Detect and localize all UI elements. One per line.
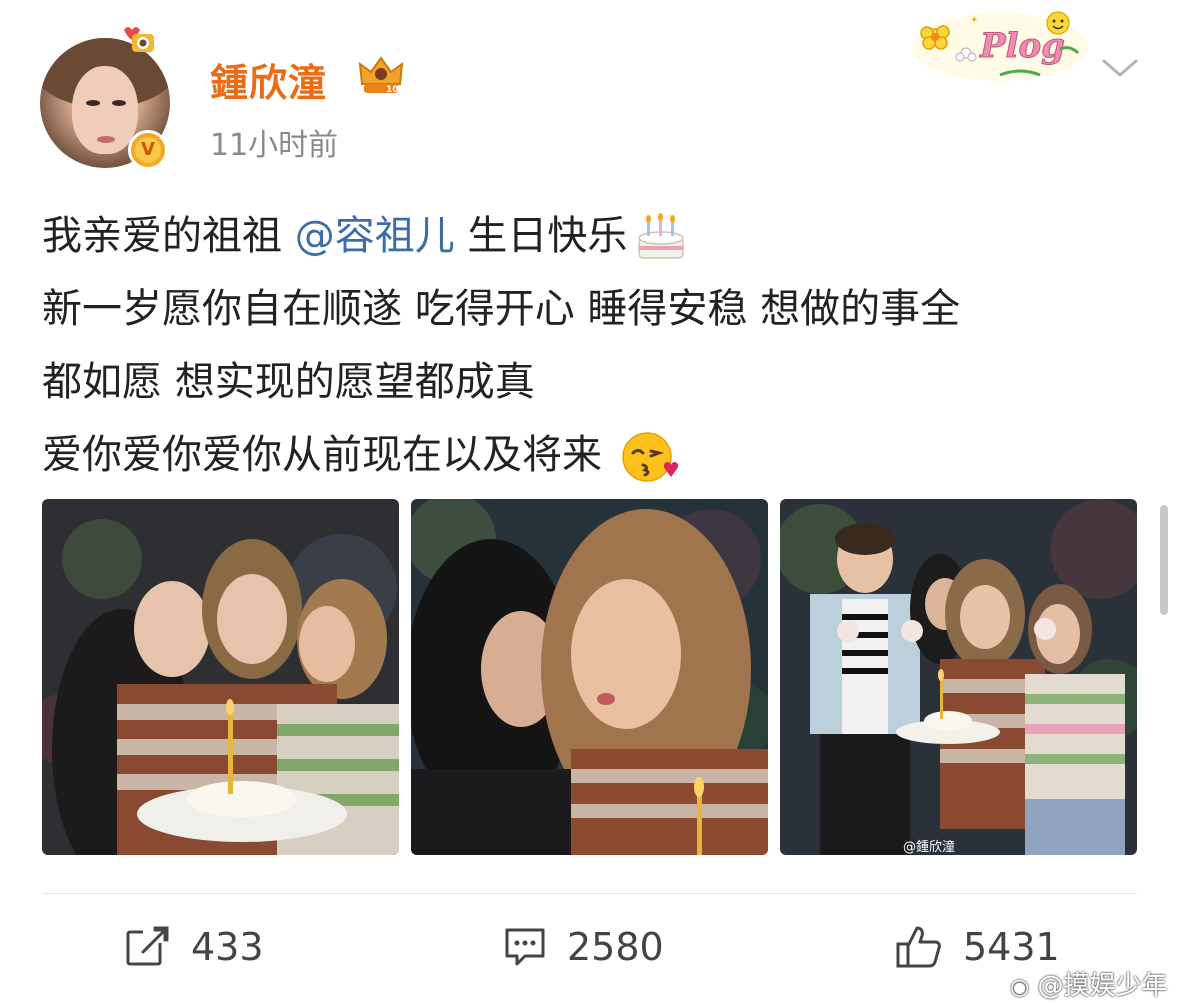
post-line-2: 新一岁愿你自在顺遂 吃得开心 睡得安稳 想做的事全 [42, 286, 961, 332]
mention-link[interactable]: @容祖儿 [295, 213, 455, 259]
thumbs-up-icon [896, 926, 941, 968]
repost-count: 433 [191, 925, 264, 969]
camera-decoration-icon [124, 27, 154, 52]
post-line-3: 都如愿 想实现的愿望都成真 [42, 359, 535, 405]
post-text: 我亲爱的祖祖 @容祖儿 生日快乐 新一岁愿你自在顺遂 吃得开心 睡得安稳 想做的… [42, 200, 1152, 492]
comment-button[interactable]: 2580 [503, 922, 664, 972]
cake-emoji-icon [638, 213, 685, 259]
svg-text:✦: ✦ [970, 15, 978, 26]
photo-watermark: @鍾欣潼 [903, 840, 956, 855]
source-watermark: ◉ @摸娱少年 [1010, 971, 1168, 1001]
verified-badge-icon: V [128, 130, 168, 170]
weibo-logo-icon: ◉ [1010, 975, 1030, 1000]
repost-icon [126, 926, 169, 966]
plog-sticker-icon: Plog ✦ [912, 11, 1088, 81]
photo-2[interactable] [411, 499, 768, 855]
repost-button[interactable]: 433 [125, 922, 264, 972]
like-count: 5431 [963, 925, 1060, 969]
chevron-down-icon[interactable] [1100, 55, 1140, 81]
svg-text:10: 10 [386, 85, 399, 95]
photo-1[interactable] [42, 499, 399, 855]
divider [42, 893, 1137, 894]
comment-icon [505, 928, 545, 966]
scrollbar[interactable] [1160, 505, 1168, 615]
member-crown-icon: 10 [358, 56, 404, 95]
username[interactable]: 鍾欣潼 [210, 52, 327, 107]
kiss-emoji-icon [621, 432, 678, 482]
post-line-1: 我亲爱的祖祖 @容祖儿 生日快乐 [42, 200, 1152, 273]
photo-3[interactable] [780, 499, 1137, 855]
comment-count: 2580 [567, 925, 664, 969]
post-line-4: 爱你爱你爱你从前现在以及将来 [42, 419, 1152, 492]
post-time: 11小时前 [210, 128, 339, 163]
